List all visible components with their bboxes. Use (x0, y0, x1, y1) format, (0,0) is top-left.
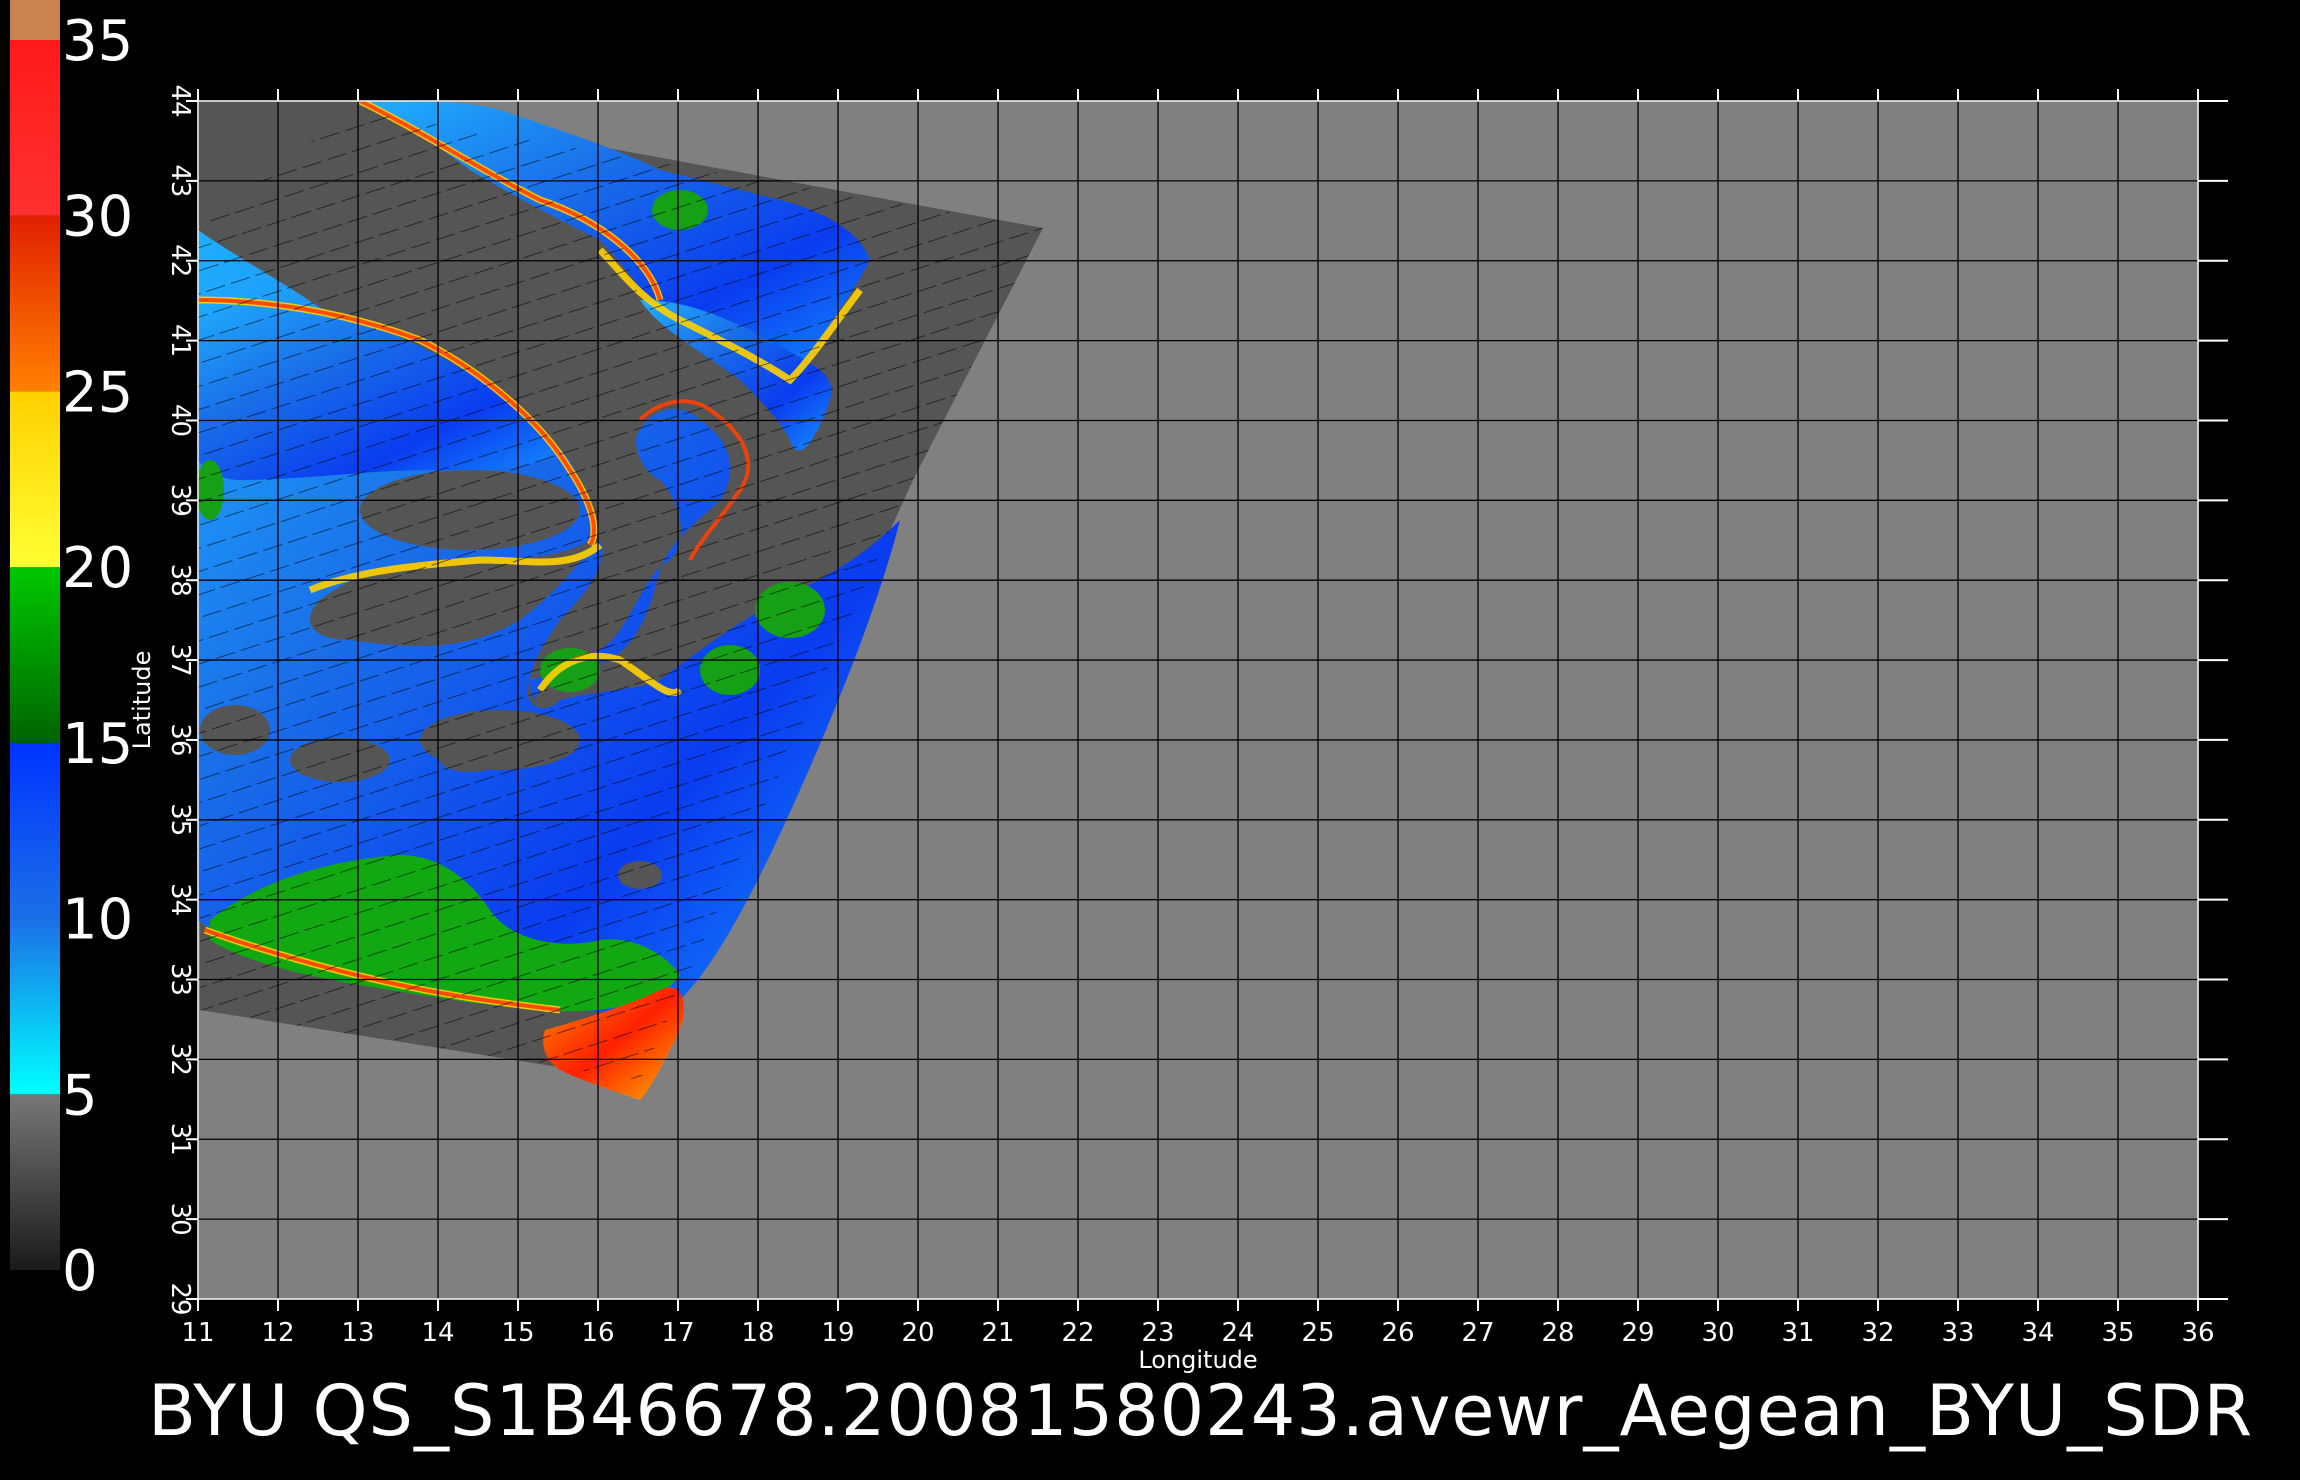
lon-tick-label: 26 (1381, 1318, 1414, 1348)
lon-tick-label: 34 (2021, 1318, 2054, 1348)
lat-tick-label: 35 (165, 803, 195, 836)
lat-tick-label: 34 (165, 883, 195, 916)
lon-tick-label: 21 (981, 1318, 1014, 1348)
lon-tick-label: 36 (2181, 1318, 2214, 1348)
colorbar-label: 5 (62, 1063, 98, 1128)
lon-tick-label: 35 (2101, 1318, 2134, 1348)
wind-speed-map-figure: 35 30 25 20 15 10 5 0 11 12 13 14 15 16 17 18 1… (10, 0, 2228, 1374)
lon-tick-label: 15 (501, 1318, 534, 1348)
lat-tick-label: 37 (165, 644, 195, 677)
lat-tick-label: 40 (165, 404, 195, 437)
colorbar-label: 0 (62, 1239, 98, 1304)
colorbar-segment (10, 215, 60, 392)
lon-tick-label: 28 (1541, 1318, 1574, 1348)
lat-tick-label: 33 (165, 963, 195, 996)
lat-tick-label: 44 (165, 84, 195, 117)
colorbar-segment (10, 567, 60, 743)
colorbar: 35 30 25 20 15 10 5 0 (10, 0, 133, 1304)
colorbar-label: 30 (62, 185, 133, 250)
lon-tick-label: 23 (1141, 1318, 1174, 1348)
colorbar-cap (10, 0, 60, 40)
colorbar-segment (10, 1094, 60, 1270)
lon-tick-label: 14 (421, 1318, 454, 1348)
lon-tick-label: 30 (1701, 1318, 1734, 1348)
colorbar-label: 15 (62, 712, 133, 777)
lon-tick-label: 29 (1621, 1318, 1654, 1348)
lon-tick-label: 12 (261, 1318, 294, 1348)
lon-tick-label: 19 (821, 1318, 854, 1348)
y-axis-title: Latitude (128, 651, 156, 750)
lon-tick-label: 22 (1061, 1318, 1094, 1348)
lon-tick-label: 17 (661, 1318, 694, 1348)
colorbar-label: 20 (62, 536, 133, 601)
lon-tick-label: 27 (1461, 1318, 1494, 1348)
map-plot: 11 12 13 14 15 16 17 18 19 20 21 22 23 24 25 26 27 28 29 30… (128, 84, 2228, 1374)
product-caption: BYU QS_S1B46678.20081580243.avewr_Aegean… (148, 1370, 2254, 1452)
colorbar-label: 25 (62, 360, 133, 425)
lon-tick-label: 32 (1861, 1318, 1894, 1348)
lon-tick-label: 20 (901, 1318, 934, 1348)
colorbar-label: 35 (62, 9, 133, 74)
lat-tick-label: 31 (165, 1123, 195, 1156)
lat-tick-label: 30 (165, 1203, 195, 1236)
lon-tick-label: 24 (1221, 1318, 1254, 1348)
lon-tick-label: 18 (741, 1318, 774, 1348)
colorbar-segment (10, 918, 60, 1095)
lat-tick-label: 42 (165, 244, 195, 277)
colorbar-label: 10 (62, 888, 133, 953)
lat-tick-label: 36 (165, 723, 195, 756)
lat-tick-label: 32 (165, 1043, 195, 1076)
lat-tick-label: 43 (165, 164, 195, 197)
lon-tick-label: 11 (181, 1318, 214, 1348)
lon-tick-label: 31 (1781, 1318, 1814, 1348)
colorbar-segment (10, 391, 60, 568)
lon-tick-label: 13 (341, 1318, 374, 1348)
lat-tick-label: 39 (165, 484, 195, 517)
lon-tick-label: 25 (1301, 1318, 1334, 1348)
colorbar-segment (10, 742, 60, 919)
lon-tick-label: 16 (581, 1318, 614, 1348)
lat-tick-label: 41 (165, 324, 195, 357)
lat-tick-label: 29 (165, 1282, 195, 1315)
lon-tick-label: 33 (1941, 1318, 1974, 1348)
lat-tick-label: 38 (165, 564, 195, 597)
colorbar-segment (10, 40, 60, 216)
